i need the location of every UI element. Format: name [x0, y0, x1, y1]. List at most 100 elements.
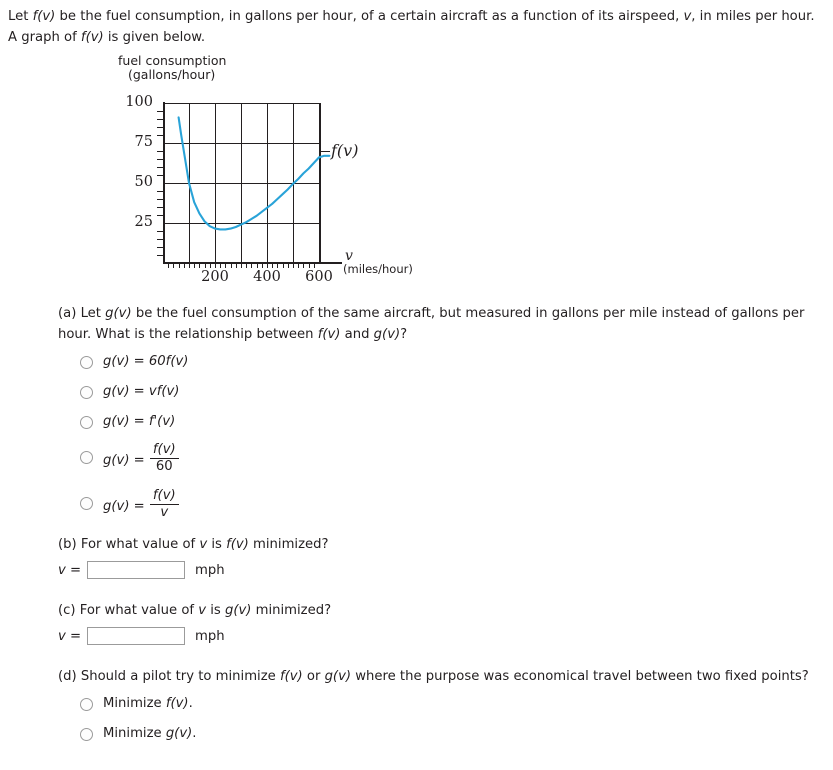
choice-d2-post: . — [192, 726, 197, 741]
choice-d1-fn: f(v) — [165, 696, 189, 711]
question-b: (b) For what value of v is f(v) minimize… — [58, 534, 558, 579]
qa-fn-fv: f(v) — [317, 327, 341, 342]
qa-text-3: ? — [400, 327, 408, 342]
xtick-label-600: 600 — [305, 269, 333, 285]
graph-title-line1: fuel consumption — [118, 53, 227, 68]
radio-option-a4[interactable]: g(v) = f(v) 60 — [80, 442, 820, 476]
radio-option-a1[interactable]: g(v) = 60f(v) — [80, 353, 820, 370]
qc-fn: g(v) — [224, 603, 252, 618]
question-d-choices: Minimize f(v). Minimize g(v). — [58, 695, 820, 742]
curve-label-leader — [320, 151, 330, 152]
ytick-label-75: 75 — [134, 134, 153, 150]
answer-input-c[interactable] — [87, 627, 186, 645]
choice-a5-numerator: f(v) — [149, 488, 179, 505]
choice-a3-label: g(v) = f'(v) — [103, 413, 175, 430]
qa-fn-gv-2: g(v) — [373, 327, 401, 342]
choice-a1-lhs: g(v) — [103, 354, 130, 369]
prompt-text-1: Let — [8, 9, 33, 24]
question-c-answer-row: v = mph — [58, 627, 558, 645]
graph-axis-title: fuel consumption (gallons/hour) — [118, 54, 226, 82]
prompt-text-4: is given below. — [103, 30, 206, 45]
graph-title-line2: (gallons/hour) — [128, 67, 216, 82]
choice-a1-eq: = — [129, 354, 149, 369]
question-a-text: (a) Let g(v) be the fuel consumption of … — [58, 303, 820, 345]
choice-d2-fn: g(v) — [165, 726, 193, 741]
choice-a2-label: g(v) = vf(v) — [103, 383, 179, 400]
choice-a4-numerator: f(v) — [149, 442, 179, 459]
choice-d2-label: Minimize g(v). — [103, 725, 196, 742]
choice-a2-lhs: g(v) — [103, 384, 130, 399]
qc-unit: mph — [195, 628, 225, 644]
question-d: (d) Should a pilot try to minimize f(v) … — [58, 666, 820, 742]
question-b-text: (b) For what value of v is f(v) minimize… — [58, 534, 558, 555]
qc-var: v — [198, 603, 207, 618]
choice-a4-lhs: g(v) — [103, 453, 130, 468]
qc-text-2: minimized? — [251, 603, 332, 618]
radio-option-a5[interactable]: g(v) = f(v) v — [80, 488, 820, 522]
choice-a1-rhs: 60f(v) — [148, 354, 189, 369]
qb-text-2: minimized? — [248, 537, 329, 552]
qc-answer-prefix: v = — [58, 628, 82, 644]
choice-d1-label: Minimize f(v). — [103, 695, 193, 712]
question-a: (a) Let g(v) be the fuel consumption of … — [58, 303, 820, 522]
radio-option-d1[interactable]: Minimize f(v). — [80, 695, 820, 712]
radio-icon[interactable] — [80, 728, 93, 741]
choice-d2-pre: Minimize — [103, 726, 166, 741]
qd-text-1: or — [302, 669, 325, 684]
choice-d1-pre: Minimize — [103, 696, 166, 711]
choice-a2-rhs: vf(v) — [148, 384, 180, 399]
radio-icon[interactable] — [80, 451, 93, 464]
radio-icon[interactable] — [80, 356, 93, 369]
choice-a3-eq: = — [129, 414, 149, 429]
question-c-text: (c) For what value of v is g(v) minimize… — [58, 600, 558, 621]
prompt-text-2: be the fuel consumption, in gallons per … — [55, 9, 684, 24]
question-d-text: (d) Should a pilot try to minimize f(v) … — [58, 666, 820, 687]
curve-path — [177, 116, 331, 231]
choice-a5-denominator: v — [160, 505, 169, 520]
choice-a4-fraction: f(v) 60 — [149, 442, 179, 474]
choice-a5-eq: = — [129, 499, 149, 514]
choice-a4-denominator: 60 — [155, 459, 173, 474]
curve-label-fv: f(v) — [331, 141, 359, 160]
radio-icon[interactable] — [80, 497, 93, 510]
choice-a5-label: g(v) = f(v) v — [103, 488, 180, 522]
radio-icon[interactable] — [80, 386, 93, 399]
radio-icon[interactable] — [80, 416, 93, 429]
qb-var: v — [199, 537, 208, 552]
question-b-answer-row: v = mph — [58, 561, 558, 579]
qb-answer-prefix: v = — [58, 562, 82, 578]
radio-icon[interactable] — [80, 698, 93, 711]
fuel-consumption-curve — [177, 116, 331, 231]
choice-a4-eq: = — [129, 453, 149, 468]
answer-input-b[interactable] — [87, 561, 186, 579]
qd-label: (d) Should a pilot try to minimize — [58, 669, 280, 684]
qd-fn-fv: f(v) — [279, 669, 303, 684]
choice-a4-label: g(v) = f(v) 60 — [103, 442, 180, 476]
question-a-choices: g(v) = 60f(v) g(v) = vf(v) g(v) = f'(v) … — [58, 353, 820, 522]
problem-statement: Let f(v) be the fuel consumption, in gal… — [8, 6, 820, 48]
qc-text-1: is — [206, 603, 225, 618]
choice-a3-lhs: g(v) — [103, 414, 130, 429]
prompt-fn-fv: f(v) — [32, 9, 56, 24]
choice-a2-eq: = — [129, 384, 149, 399]
qd-text-2: where the purpose was economical travel … — [351, 669, 809, 684]
qd-fn-gv: g(v) — [324, 669, 352, 684]
plot-area: 100 75 50 25 200 400 600 f(v) v (miles/h… — [125, 94, 413, 285]
ytick-label-50: 50 — [134, 174, 153, 190]
qa-fn-gv: g(v) — [105, 306, 132, 321]
problem-page: Let f(v) be the fuel consumption, in gal… — [0, 0, 833, 770]
qb-label: (b) For what value of — [58, 537, 200, 552]
choice-a3-rhs: f'(v) — [148, 414, 176, 429]
radio-option-d2[interactable]: Minimize g(v). — [80, 725, 820, 742]
radio-option-a3[interactable]: g(v) = f'(v) — [80, 413, 820, 430]
xtick-label-400: 400 — [253, 269, 281, 285]
radio-option-a2[interactable]: g(v) = vf(v) — [80, 383, 820, 400]
question-c: (c) For what value of v is g(v) minimize… — [58, 600, 558, 645]
qa-text-2: and — [340, 327, 374, 342]
qb-text-1: is — [207, 537, 227, 552]
qa-label: (a) Let — [58, 306, 106, 321]
choice-a5-lhs: g(v) — [103, 499, 130, 514]
ytick-label-25: 25 — [134, 214, 153, 230]
xtick-label-200: 200 — [201, 269, 229, 285]
choice-a5-fraction: f(v) v — [149, 488, 179, 520]
